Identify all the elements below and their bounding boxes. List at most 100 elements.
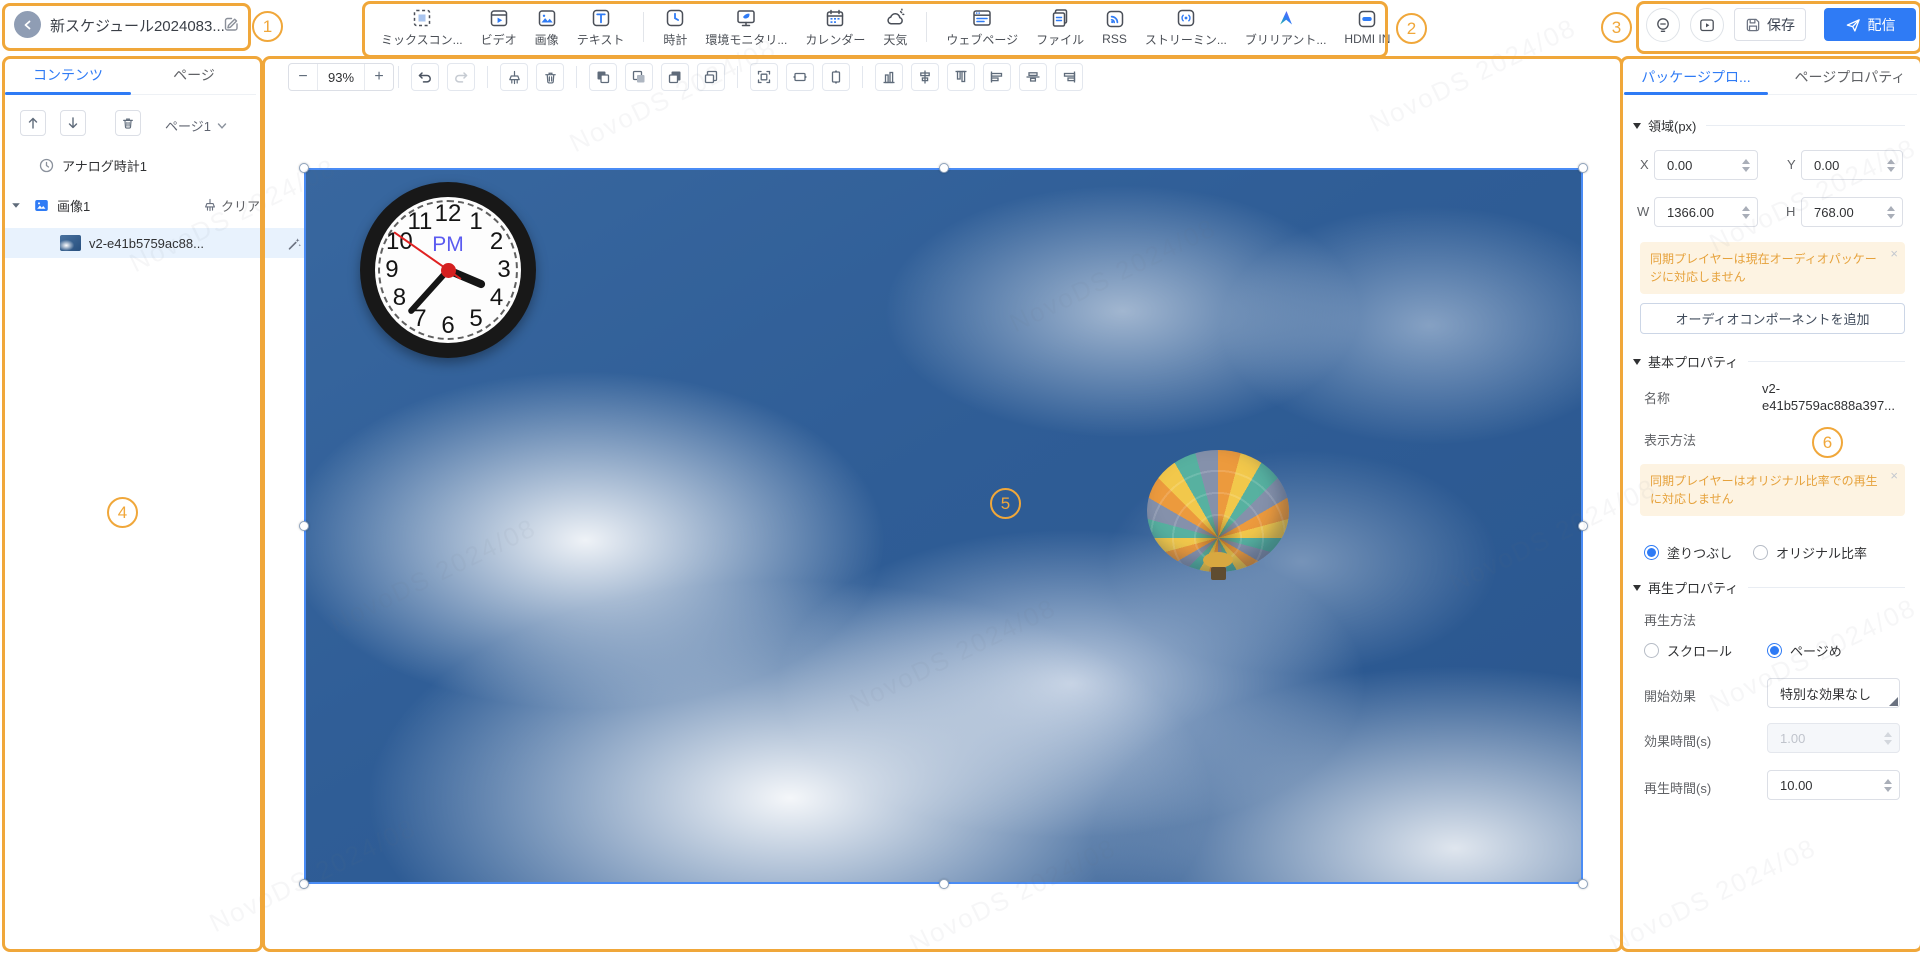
radio-unselected-icon[interactable] [1753, 545, 1768, 560]
name-label: 名称 [1644, 388, 1670, 407]
move-up-button[interactable] [20, 110, 46, 136]
close-icon[interactable]: × [1890, 248, 1898, 260]
radio-scroll[interactable]: スクロール [1644, 641, 1732, 660]
stretch-height-button[interactable] [822, 63, 850, 91]
component-streaming[interactable]: ストリーミン... [1145, 7, 1227, 48]
undo-button[interactable] [411, 63, 439, 91]
radio-paging[interactable]: ページめ [1767, 641, 1842, 660]
selection-handle[interactable] [939, 879, 949, 889]
component-clock[interactable]: 時計 [663, 7, 687, 48]
x-input[interactable]: 0.00 [1654, 150, 1758, 180]
align-left-button[interactable] [983, 63, 1011, 91]
radio-original-ratio[interactable]: オリジナル比率 [1753, 543, 1867, 562]
redo-button[interactable] [447, 63, 475, 91]
page-selector[interactable]: ページ1 [165, 116, 227, 135]
add-audio-component-button[interactable]: オーディオコンポーネントを追加 [1640, 303, 1905, 334]
bring-to-front-button[interactable] [661, 63, 689, 91]
component-environment-monitor[interactable]: 環境モニタリ... [705, 7, 787, 48]
selection-handle[interactable] [299, 521, 309, 531]
selection-handle[interactable] [299, 879, 309, 889]
edit-title-icon[interactable] [222, 14, 241, 33]
layer-item-label: アナログ時計1 [62, 156, 147, 175]
radio-fill[interactable]: 塗りつぶし [1644, 543, 1732, 562]
selection-handle[interactable] [1578, 879, 1588, 889]
selection-handle[interactable] [1578, 521, 1588, 531]
radio-selected-icon[interactable] [1644, 545, 1659, 560]
play-section-header[interactable]: 再生プロパティ [1633, 578, 1905, 597]
bring-forward-button[interactable] [589, 63, 617, 91]
radio-selected-icon[interactable] [1767, 643, 1782, 658]
play-time-input[interactable]: 10.00 [1767, 770, 1900, 800]
component-file[interactable]: ファイル [1036, 7, 1084, 48]
annotation-label-6: 6 [1812, 427, 1843, 458]
save-button[interactable]: 保存 [1734, 8, 1806, 41]
stepper-arrows[interactable] [1887, 198, 1895, 226]
magic-wand-action[interactable] [287, 236, 302, 251]
selection-handle[interactable] [1578, 163, 1588, 173]
analog-clock-widget[interactable]: 1 2 3 4 5 6 7 8 9 10 11 12 PM [360, 182, 536, 358]
fit-screen-button[interactable] [750, 63, 778, 91]
component-rss[interactable]: RSS [1102, 8, 1127, 46]
tips-button[interactable] [1646, 8, 1680, 42]
back-button[interactable] [14, 11, 41, 38]
start-effect-select[interactable]: 特別な効果なし [1767, 678, 1900, 708]
delete-item-button[interactable] [115, 110, 141, 136]
selection-handle[interactable] [939, 163, 949, 173]
preview-button[interactable] [1690, 8, 1724, 42]
stepper-arrows[interactable] [1742, 198, 1750, 226]
component-webpage[interactable]: ウェブページ [946, 7, 1018, 48]
component-video[interactable]: ビデオ [481, 7, 517, 48]
tab-page-properties[interactable]: ページプロパティ [1790, 60, 1910, 94]
annotation-label-3: 3 [1601, 12, 1632, 43]
align-top-button[interactable] [947, 63, 975, 91]
tab-package-properties[interactable]: パッケージプロ... [1624, 60, 1768, 94]
y-input[interactable]: 0.00 [1801, 150, 1903, 180]
stepper-arrows[interactable] [1884, 771, 1892, 799]
radio-unselected-icon[interactable] [1644, 643, 1659, 658]
section-title: 領域(px) [1648, 116, 1696, 135]
send-backward-button[interactable] [625, 63, 653, 91]
selection-handle[interactable] [299, 163, 309, 173]
signage-editor-app: 新スケジュール2024083... ミックスコン... ビデオ 画像 テキスト … [0, 0, 1920, 953]
close-icon[interactable]: × [1890, 470, 1898, 482]
region-section-header[interactable]: 領域(px) [1633, 116, 1905, 135]
tab-pages[interactable]: ページ [131, 58, 257, 93]
component-label: ファイル [1036, 31, 1084, 48]
w-input[interactable]: 1366.00 [1654, 197, 1758, 227]
zoom-in-button[interactable]: + [365, 64, 393, 90]
trash-icon [121, 116, 135, 130]
h-input[interactable]: 768.00 [1801, 197, 1903, 227]
component-text[interactable]: テキスト [577, 7, 625, 48]
component-mix-content[interactable]: ミックスコン... [381, 7, 463, 48]
basic-section-header[interactable]: 基本プロパティ [1633, 352, 1905, 371]
component-hdmi-in[interactable]: HDMI IN [1344, 8, 1390, 46]
stepper-arrows[interactable] [1887, 151, 1895, 179]
stretch-width-button[interactable] [786, 63, 814, 91]
toolbar-divider [737, 66, 738, 88]
layer-item-image-group[interactable]: 画像1 クリア [0, 190, 268, 220]
radio-label: 塗りつぶし [1667, 543, 1732, 562]
tab-contents[interactable]: コンテンツ [5, 58, 131, 93]
component-weather[interactable]: 天気 [883, 7, 907, 48]
clear-action[interactable]: クリア [203, 196, 260, 215]
clear-canvas-button[interactable] [500, 63, 528, 91]
delete-button[interactable] [536, 63, 564, 91]
layer-item-analog-clock[interactable]: アナログ時計1 [0, 150, 296, 180]
play-time-value: 10.00 [1780, 778, 1813, 793]
zoom-out-button[interactable]: − [289, 64, 317, 90]
align-bottom-button[interactable] [875, 63, 903, 91]
component-calendar[interactable]: カレンダー [805, 7, 865, 48]
stepper-arrows[interactable] [1742, 151, 1750, 179]
component-label: テキスト [577, 31, 625, 48]
component-image[interactable]: 画像 [535, 7, 559, 48]
align-right-button[interactable] [1055, 63, 1083, 91]
align-vertical-center-button[interactable] [1019, 63, 1047, 91]
send-to-back-button[interactable] [697, 63, 725, 91]
move-down-button[interactable] [60, 110, 86, 136]
layer-item-image-selected[interactable]: v2-e41b5759ac88... [4, 228, 310, 258]
chevron-left-icon [22, 19, 34, 31]
clock-small-icon [39, 158, 54, 173]
align-horizontal-center-button[interactable] [911, 63, 939, 91]
component-brilliant[interactable]: ブリリアント... [1245, 7, 1327, 48]
publish-button[interactable]: 配信 [1824, 8, 1916, 41]
